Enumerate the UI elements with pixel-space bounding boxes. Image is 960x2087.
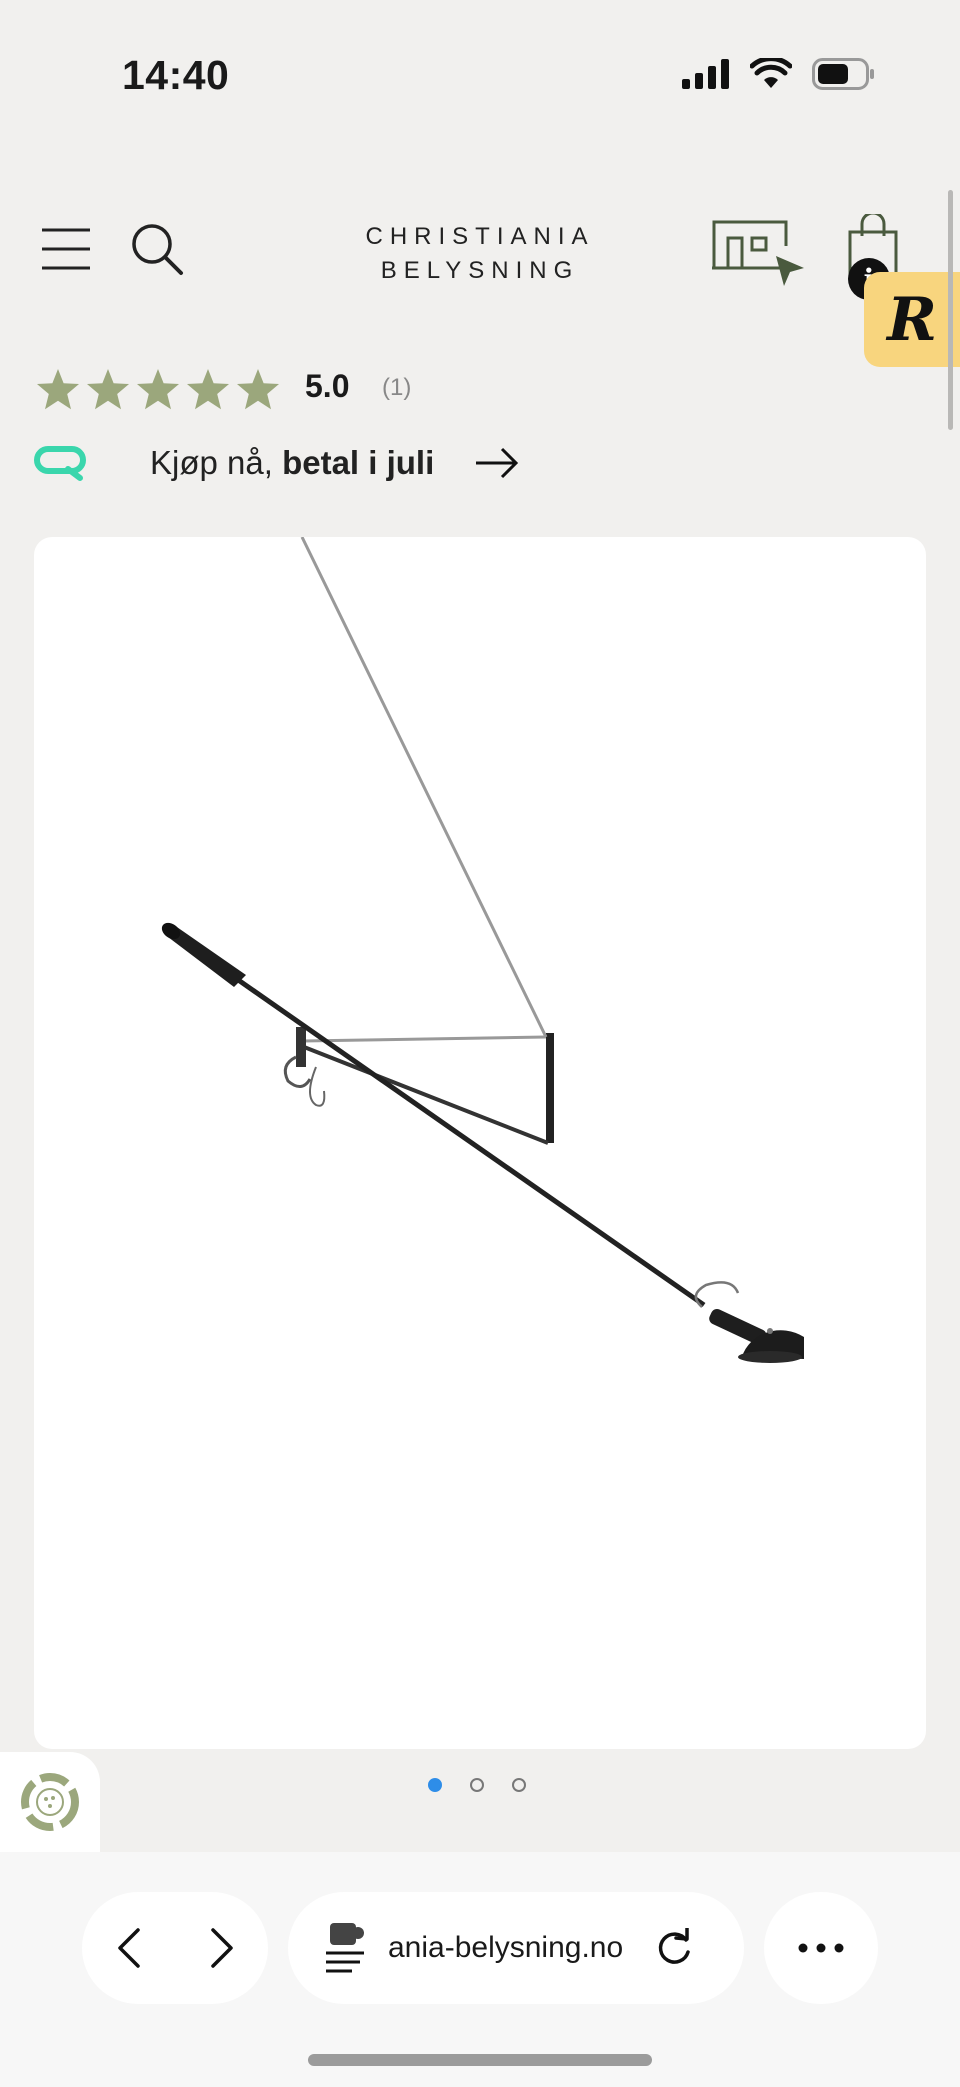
- search-icon: [132, 224, 183, 275]
- back-chevron-icon[interactable]: [114, 1926, 144, 1970]
- pay-later-text: Kjøp nå, betal i juli: [150, 444, 434, 482]
- browser-toolbar: ania-belysning.no: [0, 1852, 960, 2087]
- star-icon: [87, 369, 129, 410]
- more-dots-icon: [798, 1943, 844, 1953]
- logo-line-2: BELYSNING: [380, 257, 580, 284]
- url-text[interactable]: ania-belysning.no: [388, 1931, 638, 1965]
- gallery-pagination: [428, 1778, 526, 1792]
- sustainability-badge[interactable]: [0, 1752, 100, 1852]
- star-icon: [37, 369, 79, 410]
- rating-stars[interactable]: [34, 366, 282, 414]
- star-icon: [187, 369, 229, 410]
- rating-count[interactable]: (1): [382, 374, 411, 402]
- store-locator-button[interactable]: [710, 216, 806, 288]
- scroll-indicator[interactable]: [948, 190, 953, 430]
- reviews-widget-badge[interactable]: R: [864, 272, 960, 367]
- menu-icon: [42, 228, 90, 270]
- klarna-logo-icon: [34, 446, 86, 481]
- cellular-signal-icon: [682, 59, 729, 89]
- store-icon: [712, 220, 804, 286]
- extension-icon[interactable]: [324, 1919, 368, 1977]
- pay-later-prefix: Kjøp nå,: [150, 444, 283, 481]
- wall-lamp-illustration: [161, 537, 804, 1363]
- wifi-icon: [750, 58, 792, 88]
- menu-button[interactable]: [40, 226, 92, 272]
- arrow-right-icon: [476, 447, 519, 479]
- forward-chevron-icon[interactable]: [207, 1926, 237, 1970]
- brand-logo[interactable]: CHRISTIANIA BELYSNING: [330, 220, 630, 288]
- search-button[interactable]: [130, 222, 184, 276]
- recycle-icon: [21, 1773, 79, 1831]
- gallery-dot-active[interactable]: [428, 1778, 442, 1792]
- rating-value: 5.0: [305, 368, 350, 404]
- gallery-dot[interactable]: [470, 1778, 484, 1792]
- gallery-dot[interactable]: [512, 1778, 526, 1792]
- status-time: 14:40: [122, 52, 230, 98]
- star-icon: [137, 369, 179, 410]
- address-bar[interactable]: ania-belysning.no: [288, 1892, 744, 2004]
- more-options-button[interactable]: [764, 1892, 878, 2004]
- reviews-badge-letter: R: [887, 284, 937, 355]
- star-icon: [237, 369, 279, 410]
- pay-later-bold: betal i juli: [282, 444, 435, 481]
- browser-nav-group: [82, 1892, 268, 2004]
- status-icons: [682, 58, 876, 90]
- product-image[interactable]: [34, 537, 926, 1749]
- logo-line-1: CHRISTIANIA: [365, 223, 595, 250]
- home-indicator[interactable]: [308, 2054, 652, 2066]
- reload-icon[interactable]: [654, 1928, 694, 1968]
- pay-later-banner[interactable]: Kjøp nå, betal i juli: [34, 444, 520, 482]
- battery-icon: [812, 58, 874, 90]
